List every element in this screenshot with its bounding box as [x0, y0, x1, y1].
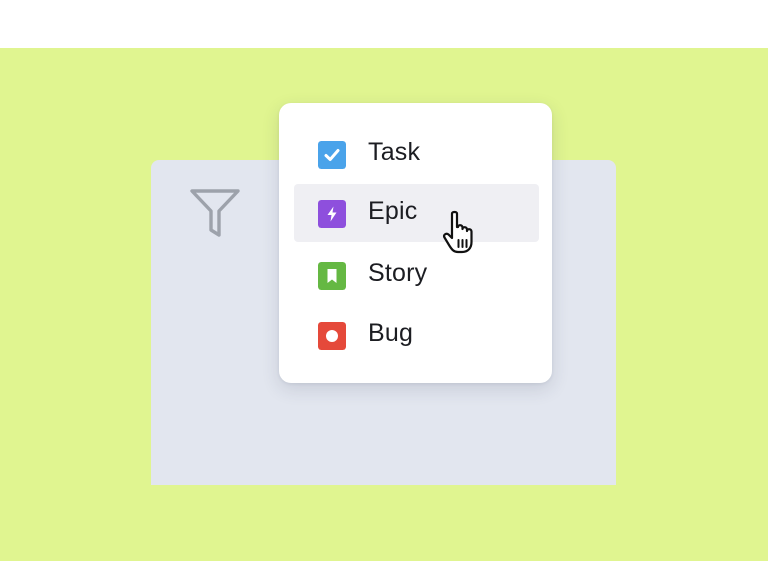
- epic-lightning-icon: [318, 200, 346, 228]
- menu-item-story[interactable]: Story: [294, 244, 539, 302]
- filter-icon[interactable]: [188, 188, 242, 240]
- story-bookmark-icon: [318, 262, 346, 290]
- menu-item-epic[interactable]: Epic: [294, 184, 539, 242]
- bug-circle-icon: [318, 322, 346, 350]
- menu-item-bug[interactable]: Bug: [294, 304, 539, 362]
- menu-item-label: Story: [368, 259, 428, 287]
- hand-pointer-cursor-icon: [443, 210, 473, 254]
- menu-item-label: Bug: [368, 319, 414, 347]
- task-checkbox-icon: [318, 141, 346, 169]
- menu-item-label: Task: [368, 138, 421, 166]
- menu-item-task[interactable]: Task: [294, 123, 539, 181]
- menu-item-label: Epic: [368, 197, 418, 225]
- issue-type-menu: Task Epic Story Bug: [279, 103, 552, 383]
